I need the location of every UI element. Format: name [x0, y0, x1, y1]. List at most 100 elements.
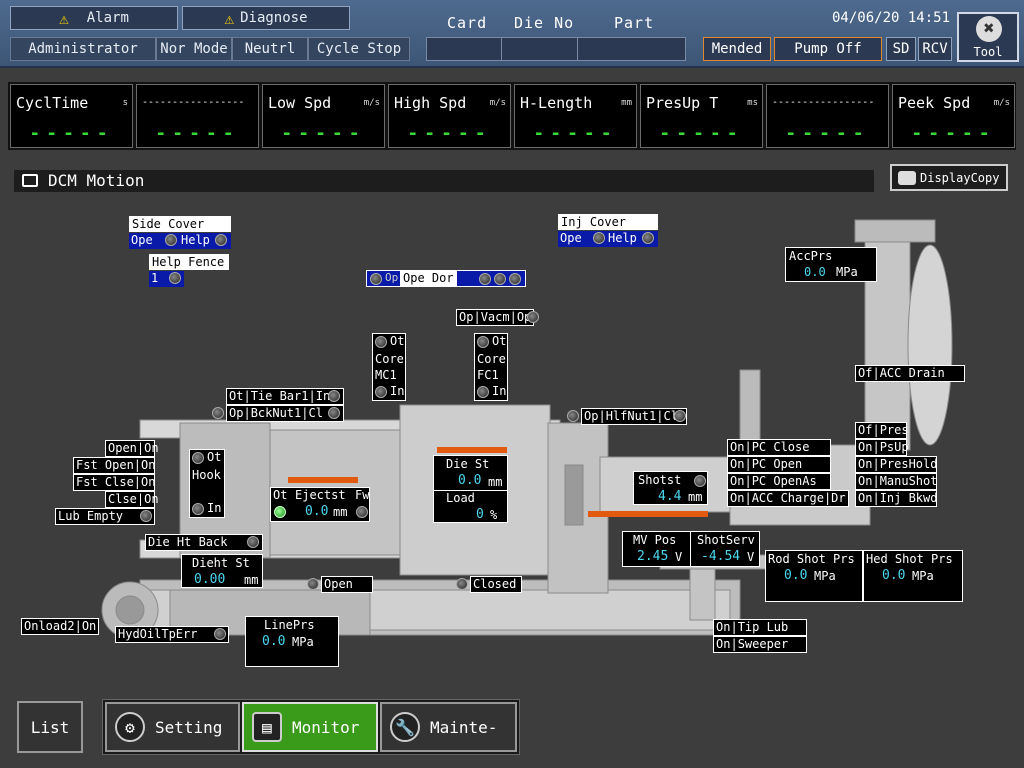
core-mc1-box: Ot Core MC1 In [372, 333, 406, 401]
shotst-value: 4.4 [658, 489, 682, 504]
rod-shot-value: 0.0 [784, 568, 808, 583]
status-led [214, 628, 226, 640]
die-no-label: Die No [514, 14, 575, 32]
acc-prs-label: AccPrs [789, 249, 833, 263]
status-led [328, 407, 340, 419]
onload2-label: Onload2 [24, 619, 75, 633]
datetime: 04/06/20 14:51 [832, 10, 951, 26]
monitor-label: ----------------- [772, 97, 875, 108]
ot-label: Ot [273, 488, 288, 502]
monitor-unit: m/s [489, 98, 506, 108]
help-fence-status: 1 [149, 271, 184, 287]
of-label: Of [858, 366, 873, 380]
shotserv-value: -4.54 [701, 549, 741, 564]
tool-button[interactable]: ✖ Tool [957, 12, 1019, 62]
back-nut-label: BckNut1 [250, 406, 302, 420]
monitor-value: ----- [281, 123, 366, 144]
monitor-unit: ms [747, 98, 758, 108]
monitor-cell: PresUp T ms ----- [640, 84, 763, 148]
monitor-cell: Low Spd m/s ----- [262, 84, 385, 148]
mv-pos-label: MV Pos [633, 533, 677, 547]
status-led [674, 410, 686, 422]
monitor-icon [22, 174, 38, 187]
acc-charge-status: On|ACC Charge|Dr [727, 490, 849, 507]
half-nut-label: HlfNut1 [605, 409, 657, 423]
pump-off-button[interactable]: Pump Off [774, 37, 882, 61]
setting-button[interactable]: ⚙ Setting [105, 702, 240, 752]
back-nut-status: Op|BckNut1|Cl [226, 405, 344, 422]
status-led [370, 273, 382, 285]
in-label: In [207, 501, 222, 515]
rod-shot-label: Rod Shot Prs [768, 552, 855, 566]
ot-label: Ot [229, 389, 244, 403]
closed-indicator: Closed [470, 576, 522, 593]
ejector-box: Ot Ejectst Fw 0.0 mm [270, 487, 370, 522]
mode-label: Nor Mode [156, 37, 232, 61]
mended-button[interactable]: Mended [703, 37, 771, 61]
status-led [477, 386, 489, 398]
rcv-button[interactable]: RCV [918, 37, 952, 61]
monitor-label: ----------------- [142, 97, 245, 108]
sd-button[interactable]: SD [886, 37, 916, 61]
alarm-button[interactable]: ⚠ Alarm [10, 6, 178, 30]
user-label: Administrator [10, 37, 156, 61]
onload2-status: Onload2|On [21, 618, 99, 635]
unit-label: MPa [912, 569, 934, 583]
inj-cover-status: Ope Help [558, 231, 658, 247]
status-led [509, 273, 521, 285]
ejector-bar [288, 477, 358, 483]
die-ht-back-status: Die Ht Back [145, 534, 263, 551]
inj-bkwd-label: Inj Bkwd [879, 491, 938, 505]
load-label: Load [446, 491, 475, 505]
maintenance-label: Mainte- [430, 717, 498, 737]
hydoil-label: HydOilTpErr [118, 627, 198, 641]
on-label: On [858, 440, 873, 454]
on-label: On [144, 441, 159, 455]
rod-shot-box: Rod Shot Prs 0.0 MPa [765, 550, 863, 602]
maintenance-button[interactable]: 🔧 Mainte- [380, 702, 517, 752]
die-st-value: 0.0 [458, 473, 482, 488]
display-copy-button[interactable]: DisplayCopy [890, 164, 1008, 191]
monitor-value: ----- [29, 123, 114, 144]
inj-bkwd-status: On|Inj Bkwd [855, 490, 937, 507]
on-label: On [141, 475, 156, 489]
status-led [274, 506, 286, 518]
status-led [375, 336, 387, 348]
status-led [593, 232, 605, 244]
load-value: 0 [476, 507, 484, 522]
unit-label: V [675, 550, 683, 564]
status-led [192, 452, 204, 464]
list-button[interactable]: List [17, 701, 83, 753]
pc-open-label: PC Open [751, 457, 803, 471]
status-led [140, 510, 152, 522]
tie-bar-status: Ot|Tie Bar1|In [226, 388, 344, 405]
open-status: Open|On [105, 440, 159, 457]
warning-icon: ⚠ [224, 8, 235, 28]
in-label: In [492, 384, 507, 398]
tool-icon: ✖ [976, 16, 1002, 42]
fst-clse-status: Fst Clse|On [73, 474, 155, 491]
diagnose-button[interactable]: ⚠ Diagnose [182, 6, 350, 30]
status-led [215, 234, 227, 246]
monitor-cell: High Spd m/s ----- [388, 84, 511, 148]
pres-label: Pres [879, 423, 909, 437]
help-fence-label: Help Fence [149, 254, 229, 270]
die-ht-back-label: Die Ht Back [148, 535, 228, 549]
monitor-button[interactable]: ▤ Monitor [242, 702, 378, 752]
monitor-label: PresUp T [646, 94, 719, 112]
hed-shot-label: Hed Shot Prs [866, 552, 953, 566]
unit-label: mm [244, 573, 259, 587]
header-bar: ⚠ Alarm ⚠ Diagnose Administrator Nor Mod… [0, 0, 1024, 68]
side-cover-status: Ope Help [129, 233, 231, 249]
status-led [356, 506, 368, 518]
lub-empty-label: Lub Empty [58, 509, 124, 523]
monitor-cell: ----------------- ----- [766, 84, 889, 148]
wrench-icon: 🔧 [390, 712, 420, 742]
unit-label: MPa [814, 569, 836, 583]
op-label: Op [584, 409, 599, 423]
status-led [694, 475, 706, 487]
clse-status: Clse|On [105, 491, 159, 508]
pc-openas-label: PC OpenAs [751, 474, 817, 488]
line-prs-value: 0.0 [262, 634, 286, 649]
help-label: Help [608, 231, 637, 245]
